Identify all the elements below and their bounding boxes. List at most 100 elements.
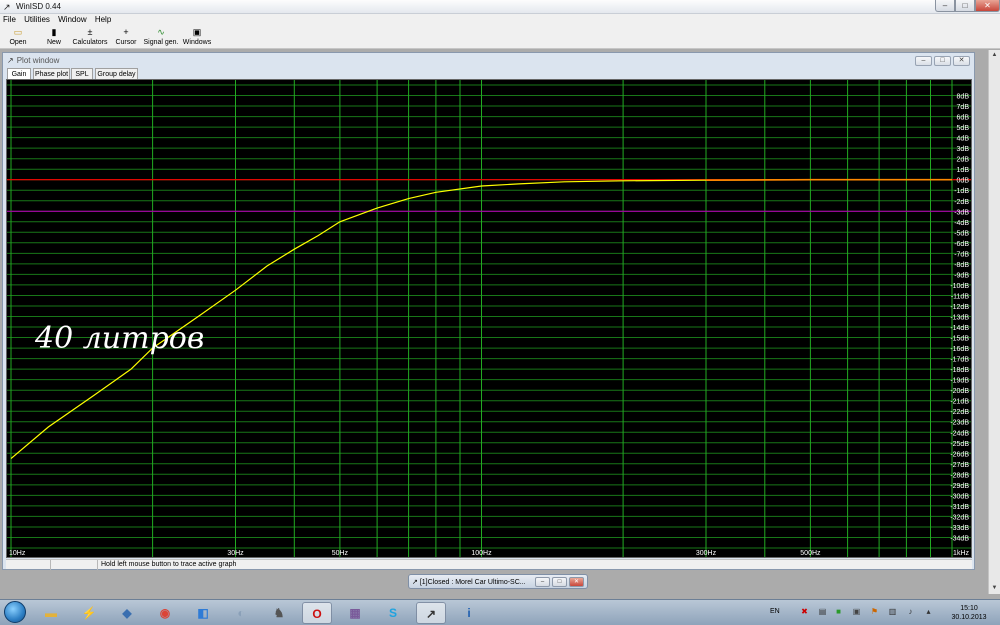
y-tick-label: -1dB xyxy=(954,188,969,195)
y-tick-label: 4dB xyxy=(957,136,970,143)
status-cell-2 xyxy=(53,560,98,570)
plot-minimize-button[interactable]: – xyxy=(915,56,932,66)
y-tick-label: -30dB xyxy=(950,493,969,500)
taskbar-app-5[interactable]: ◧ xyxy=(188,602,218,624)
y-tick-label: -14dB xyxy=(950,325,969,332)
taskbar-app-1[interactable]: ▬ xyxy=(36,602,66,624)
cursor-crosshair-icon: + xyxy=(123,27,129,37)
status-hint: Hold left mouse button to trace active g… xyxy=(101,561,237,568)
minimized-window-title: [1]Closed : Morel Car Ultimo-SC... xyxy=(419,579,526,586)
x-tick-label: 50Hz xyxy=(332,550,349,557)
y-tick-label: -11dB xyxy=(951,294,969,301)
taskbar-app-4[interactable]: ◉ xyxy=(150,602,180,624)
gain-graph[interactable]: 8dB 7dB 6dB 5dB 4dB 3dB 2dB 1dB 0dB -1dB -2dB -3dB -… xyxy=(6,79,972,558)
minimize-button[interactable]: – xyxy=(935,0,955,12)
installer-icon: ▦ xyxy=(349,606,361,620)
plot-maximize-button[interactable]: □ xyxy=(934,56,951,66)
project-window-icon: ↗ xyxy=(412,579,420,586)
restore-button[interactable]: – xyxy=(535,577,550,587)
menu-utilities[interactable]: Utilities xyxy=(21,14,53,25)
opera-icon: O xyxy=(312,607,322,621)
menu-help[interactable]: Help xyxy=(92,14,114,25)
handwritten-annotation: 40 литров xyxy=(34,321,204,356)
network-tray-icon[interactable]: ▣ xyxy=(852,607,861,616)
scroll-down-icon[interactable]: ▼ xyxy=(989,583,1000,594)
new-button[interactable]: ▮ New xyxy=(40,26,68,48)
taskbar-app-2[interactable]: ⚡ xyxy=(74,602,104,624)
taskbar-app-10[interactable]: S xyxy=(378,602,408,624)
y-tick-label: 8dB xyxy=(957,94,970,101)
menu-window[interactable]: Window xyxy=(55,14,89,25)
y-tick-label: -2dB xyxy=(954,199,969,206)
plot-window: ↗ Plot window – □ ✕ Gain Phase plot SPL G… xyxy=(2,52,975,570)
status-cell-1 xyxy=(6,560,51,570)
new-document-icon: ▮ xyxy=(51,27,57,37)
y-tick-label: 1dB xyxy=(957,167,970,174)
taskbar-app-12[interactable]: i xyxy=(454,602,484,624)
new-label: New xyxy=(46,39,61,46)
y-tick-label: -22dB xyxy=(950,409,969,416)
maximize-mini-button[interactable]: □ xyxy=(552,577,567,587)
tray-expand-icon[interactable]: ▴ xyxy=(924,607,933,616)
volume-tray-icon[interactable]: ♪ xyxy=(906,607,915,616)
minimized-project-window[interactable]: ↗ [1]Closed : Morel Car Ultimo-SC... – □… xyxy=(408,574,588,589)
y-tick-label: -8dB xyxy=(954,262,969,269)
winamp-icon: ⚡ xyxy=(81,606,97,620)
y-tick-label: -7dB xyxy=(954,251,969,258)
fox-app-icon: ♞ xyxy=(273,606,285,620)
cursor-button[interactable]: + Cursor xyxy=(112,26,140,48)
plot-window-title: Plot window xyxy=(16,56,60,65)
folder-open-icon: ▭ xyxy=(13,27,23,37)
x-tick-label: 100Hz xyxy=(471,550,492,557)
taskbar-app-7[interactable]: ♞ xyxy=(264,602,294,624)
vertical-scrollbar[interactable]: ▲ ▼ xyxy=(988,50,1000,594)
gain-curve-tail xyxy=(705,178,952,181)
utility-tray-icon[interactable]: ■ xyxy=(834,607,843,616)
taskbar-app-6[interactable]: ◐ xyxy=(226,602,256,624)
taskbar-app-8[interactable]: O xyxy=(302,602,332,624)
taskbar: ▬ ⚡ ◆ ◉ ◧ ◐ ♞ O ▦ S ↗ i EN ✖ ▤ ■ ▣ ⚑ ▥ ♪ ▴ 15:10 30… xyxy=(0,599,1000,625)
y-tick-label: -17dB xyxy=(950,357,969,364)
winisd-app-icon: ↗ xyxy=(3,2,11,12)
taskbar-app-3[interactable]: ◆ xyxy=(112,602,142,624)
y-tick-label: -12dB xyxy=(950,304,969,311)
signal-generator-label: Signal gen. xyxy=(143,39,179,46)
x-tick-label: 1kHz xyxy=(953,550,969,557)
connection-tray-icon[interactable]: ▥ xyxy=(888,607,897,616)
start-button[interactable] xyxy=(4,601,26,623)
y-tick-label: -5dB xyxy=(954,230,969,237)
printer-tray-icon[interactable]: ▤ xyxy=(818,607,827,616)
maximize-button[interactable]: □ xyxy=(955,0,975,12)
y-tick-label: -18dB xyxy=(950,367,969,374)
windows-label: Windows xyxy=(182,39,212,46)
antivirus-tray-icon[interactable]: ✖ xyxy=(800,607,809,616)
y-tick-label: -4dB xyxy=(954,220,969,227)
windows-button[interactable]: ▣ Windows xyxy=(182,26,212,48)
close-button[interactable]: ✕ xyxy=(975,0,1000,12)
taskbar-app-11[interactable]: ↗ xyxy=(416,602,446,624)
signal-generator-button[interactable]: ∿ Signal gen. xyxy=(143,26,179,48)
flag-tray-icon[interactable]: ⚑ xyxy=(870,607,879,616)
language-indicator[interactable]: EN xyxy=(770,608,780,615)
y-tick-label: 7dB xyxy=(957,104,970,111)
windows-icon: ▣ xyxy=(192,27,202,37)
clock-time: 15:10 xyxy=(960,605,978,612)
y-tick-label: -34dB xyxy=(950,536,969,543)
y-tick-label: -21dB xyxy=(950,399,969,406)
explorer-icon: ▬ xyxy=(45,606,57,620)
y-tick-label: -23dB xyxy=(950,420,969,427)
open-button[interactable]: ▭ Open xyxy=(4,26,32,48)
gain-chart[interactable]: 8dB 7dB 6dB 5dB 4dB 3dB 2dB 1dB 0dB -1dB -2dB -3dB -… xyxy=(7,80,971,557)
plot-close-button[interactable]: ✕ xyxy=(953,56,970,66)
calculators-button[interactable]: ± Calculators xyxy=(72,26,108,48)
x-tick-label: 30Hz xyxy=(227,550,244,557)
close-mini-button[interactable]: ✕ xyxy=(569,577,584,587)
clock[interactable]: 15:10 30.10.2013 xyxy=(948,604,990,622)
skype-icon: S xyxy=(388,606,397,620)
toolbar: ▭ Open ▮ New ± Calculators + Cursor ∿ Si… xyxy=(0,25,1000,49)
plot-status-bar: Hold left mouse button to trace active g… xyxy=(6,559,972,570)
menu-file[interactable]: File xyxy=(0,14,19,25)
y-tick-label: -25dB xyxy=(950,441,969,448)
taskbar-app-9[interactable]: ▦ xyxy=(340,602,370,624)
scroll-up-icon[interactable]: ▲ xyxy=(989,50,1000,61)
